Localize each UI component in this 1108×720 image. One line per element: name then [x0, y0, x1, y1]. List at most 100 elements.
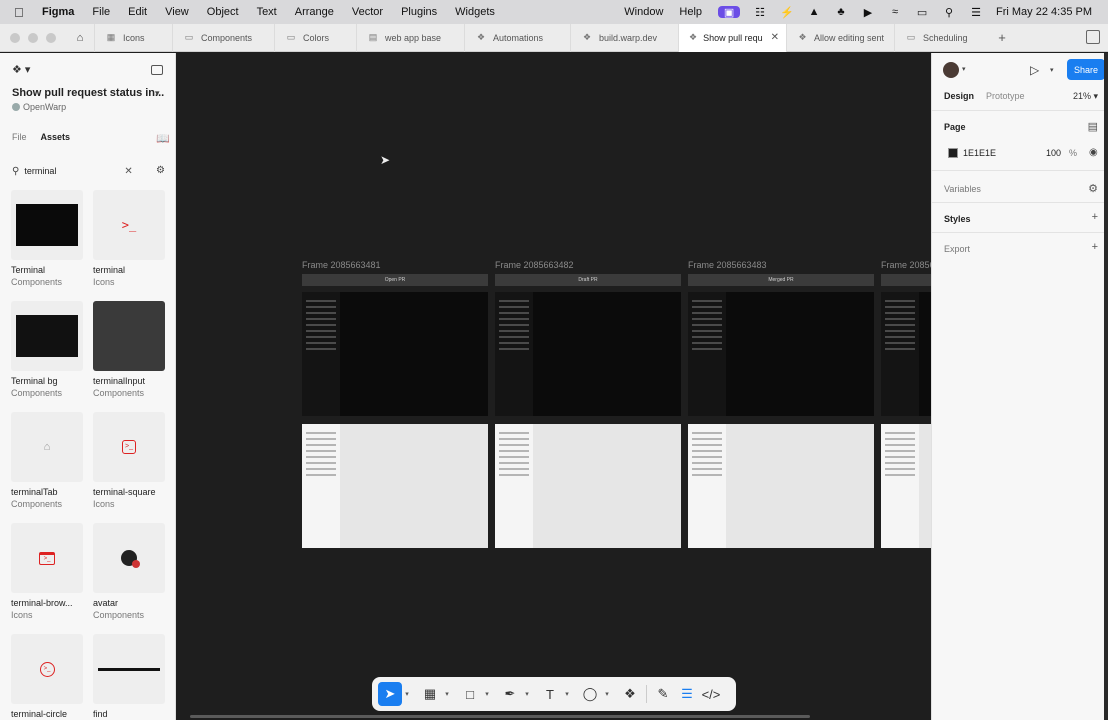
tab-allow-editing-sent[interactable]: ❖ Allow editing sent: [786, 23, 894, 52]
close-icon[interactable]: ✕: [771, 32, 779, 43]
avatar[interactable]: [943, 62, 959, 78]
chevron-down-icon[interactable]: ▾: [962, 65, 966, 73]
draw-icon[interactable]: ✎: [651, 682, 675, 706]
chevron-down-icon[interactable]: ▾: [522, 690, 532, 698]
page-color-value[interactable]: 1E1E1E: [963, 148, 996, 158]
frame-label[interactable]: Frame 2085663483: [688, 260, 767, 270]
rectangle-icon[interactable]: □: [458, 682, 482, 706]
screen-record-icon[interactable]: ▣: [718, 6, 741, 19]
tab-automations[interactable]: ❖ Automations: [464, 23, 570, 52]
menu-widgets[interactable]: Widgets: [455, 6, 495, 18]
frame[interactable]: Merged PR: [688, 274, 874, 548]
panel-toggle-icon[interactable]: [1086, 30, 1100, 44]
chevron-down-icon[interactable]: ▾: [602, 690, 612, 698]
frame[interactable]: Draft PR: [495, 274, 681, 548]
asset-item[interactable]: avatar Components: [93, 523, 165, 620]
frame-label[interactable]: Frame 20856: [881, 260, 931, 270]
frame-label[interactable]: Frame 2085663481: [302, 260, 381, 270]
home-icon[interactable]: ⌂: [66, 24, 94, 52]
filter-icon[interactable]: ⚙: [156, 165, 165, 176]
share-button[interactable]: Share: [1067, 59, 1105, 80]
shell-tray-icon[interactable]: ▲: [807, 6, 821, 18]
add-style-icon[interactable]: +: [1092, 211, 1098, 223]
team-name[interactable]: OpenWarp: [12, 102, 66, 112]
chevron-down-icon[interactable]: ▾: [562, 690, 572, 698]
menu-file[interactable]: File: [92, 6, 110, 18]
eye-icon[interactable]: ◉: [1089, 147, 1098, 158]
present-icon[interactable]: ▷: [1030, 63, 1039, 77]
dev-mode-icon[interactable]: </>: [699, 682, 723, 706]
frame-icon[interactable]: ▦: [418, 682, 442, 706]
menu-arrange[interactable]: Arrange: [295, 6, 334, 18]
menu-edit[interactable]: Edit: [128, 6, 147, 18]
window-zoom-button[interactable]: [46, 32, 56, 43]
page-color-swatch[interactable]: [948, 148, 958, 158]
text-icon[interactable]: T: [538, 682, 562, 706]
tab-show-pull-request[interactable]: ❖ Show pull requ ✕: [678, 23, 786, 52]
window-minimize-button[interactable]: [28, 32, 38, 43]
sidebar-toggle-icon[interactable]: [151, 65, 163, 75]
asset-item[interactable]: ⌂ terminalTab Components: [11, 412, 83, 509]
zoom-level[interactable]: 21% ▾: [1073, 91, 1098, 102]
clear-search-icon[interactable]: ✕: [124, 166, 132, 177]
menu-view[interactable]: View: [165, 6, 189, 18]
clock[interactable]: Fri May 22 4:35 PM: [996, 6, 1092, 18]
chevron-down-icon[interactable]: ▾: [402, 690, 412, 698]
asset-item[interactable]: Terminal Components: [11, 190, 83, 287]
menu-plugins[interactable]: Plugins: [401, 6, 437, 18]
asset-item[interactable]: >_ terminal-square Icons: [93, 412, 165, 509]
tab-build-warp-dev[interactable]: ❖ build.warp.dev: [570, 23, 678, 52]
main-menu-icon[interactable]: ❖ ▾: [12, 63, 30, 76]
frame[interactable]: [881, 274, 931, 548]
tab-colors[interactable]: ▭ Colors: [274, 23, 356, 52]
chevron-down-icon[interactable]: ▾: [1050, 66, 1054, 74]
tab-scheduling[interactable]: ▭ Scheduling: [894, 23, 988, 52]
chevron-down-icon[interactable]: ▾: [155, 88, 160, 99]
tab-prototype[interactable]: Prototype: [986, 91, 1025, 101]
tab-web-app-base[interactable]: ▤ web app base: [356, 23, 464, 52]
tab-assets[interactable]: Assets: [41, 132, 71, 142]
library-icon[interactable]: 📖: [156, 132, 170, 145]
new-tab-button[interactable]: +: [988, 30, 1016, 45]
variables-icon[interactable]: ⚙: [1088, 182, 1098, 195]
asset-item[interactable]: Terminal bg Components: [11, 301, 83, 398]
tab-components[interactable]: ▭ Components: [172, 23, 274, 52]
menu-help[interactable]: Help: [679, 6, 702, 18]
chevron-down-icon[interactable]: ▾: [482, 690, 492, 698]
grid-tray-icon[interactable]: ☷: [753, 6, 767, 19]
wifi-icon[interactable]: ≈: [888, 6, 902, 18]
menu-text[interactable]: Text: [257, 6, 277, 18]
page-settings-icon[interactable]: ▤: [1088, 120, 1098, 133]
chevron-down-icon[interactable]: ▾: [442, 690, 452, 698]
search-input[interactable]: [24, 166, 125, 176]
horizontal-scrollbar[interactable]: [190, 715, 810, 718]
tree-tray-icon[interactable]: ♣: [834, 6, 848, 18]
canvas[interactable]: ➤ Frame 2085663481 Frame 2085663482 Fram…: [177, 53, 931, 720]
pen-icon[interactable]: ✒: [498, 682, 522, 706]
menu-object[interactable]: Object: [207, 6, 239, 18]
frame[interactable]: Open PR: [302, 274, 488, 548]
actions-icon[interactable]: ❖: [618, 682, 642, 706]
battery-icon[interactable]: ▭: [915, 6, 929, 19]
design-mode-icon[interactable]: ☰: [675, 682, 699, 706]
page-opacity-value[interactable]: 100: [1046, 148, 1061, 158]
search-tray-icon[interactable]: ⚲: [942, 6, 956, 19]
tab-icons[interactable]: ▦ Icons: [94, 23, 172, 52]
menu-window[interactable]: Window: [624, 6, 663, 18]
asset-item[interactable]: >_ terminal-brow... Icons: [11, 523, 83, 620]
asset-item[interactable]: terminalInput Components: [93, 301, 165, 398]
tab-design[interactable]: Design: [944, 91, 974, 101]
comment-icon[interactable]: ◯: [578, 682, 602, 706]
play-tray-icon[interactable]: ▶: [861, 6, 875, 19]
add-export-icon[interactable]: +: [1092, 241, 1098, 253]
frame-label[interactable]: Frame 2085663482: [495, 260, 574, 270]
file-title[interactable]: Show pull request status in...: [12, 87, 164, 99]
asset-item[interactable]: find: [93, 634, 165, 719]
asset-item[interactable]: >_ terminal Icons: [93, 190, 165, 287]
menu-app[interactable]: Figma: [42, 6, 74, 18]
asset-item[interactable]: >_ terminal-circle: [11, 634, 83, 719]
move-icon[interactable]: ➤: [378, 682, 402, 706]
window-close-button[interactable]: [10, 32, 20, 43]
tab-file[interactable]: File: [12, 132, 27, 142]
control-center-icon[interactable]: ☰: [969, 6, 983, 19]
